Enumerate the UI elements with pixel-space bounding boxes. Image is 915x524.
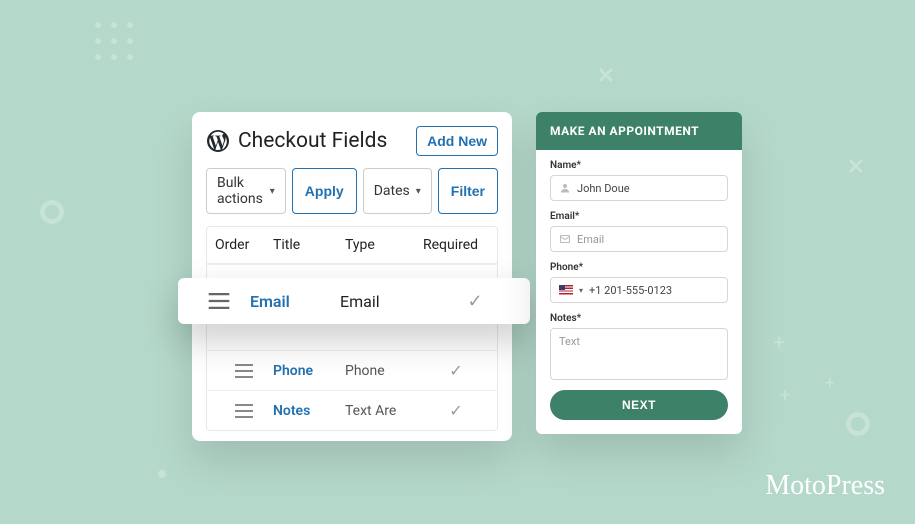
name-label: Name*: [550, 160, 728, 171]
form-heading: MAKE AN APPOINTMENT: [536, 112, 742, 150]
check-icon: ✓: [423, 401, 489, 420]
wordpress-icon: [206, 129, 230, 153]
col-type: Type: [345, 237, 423, 253]
email-placeholder: Email: [577, 233, 604, 246]
name-input[interactable]: John Doue: [550, 175, 728, 201]
filter-button[interactable]: Filter: [438, 168, 498, 214]
col-order: Order: [215, 237, 273, 253]
phone-label: Phone*: [550, 262, 728, 273]
chevron-down-icon[interactable]: ▾: [579, 286, 583, 295]
admin-panel: Checkout Fields Add New Bulk actions ▾ A…: [192, 112, 512, 441]
table-row: Notes Text Are ✓: [207, 390, 497, 430]
check-icon: ✓: [423, 361, 489, 380]
brand-logo: MotoPress: [765, 470, 885, 502]
name-value: John Doue: [577, 182, 630, 195]
email-label: Email*: [550, 211, 728, 222]
dates-label: Dates: [374, 183, 410, 199]
email-input[interactable]: Email: [550, 226, 728, 252]
row-type: Text Are: [345, 403, 423, 419]
row-title-link[interactable]: Email: [250, 292, 340, 311]
next-button[interactable]: NEXT: [550, 390, 728, 420]
chevron-down-icon: ▾: [270, 186, 275, 197]
col-required: Required: [423, 237, 489, 253]
dates-select[interactable]: Dates ▾: [363, 168, 432, 214]
mail-icon: [559, 233, 571, 245]
bulk-actions-label: Bulk actions: [217, 175, 264, 207]
col-title: Title: [273, 237, 345, 253]
row-title-link[interactable]: Phone: [273, 363, 345, 379]
row-type: Email: [340, 292, 430, 311]
drag-handle-icon[interactable]: [215, 364, 273, 378]
add-new-button[interactable]: Add New: [416, 126, 498, 156]
bulk-actions-select[interactable]: Bulk actions ▾: [206, 168, 286, 214]
table-row-highlight: Email Email ✓: [178, 278, 530, 324]
drag-handle-icon[interactable]: [188, 293, 250, 309]
appointment-form-preview: MAKE AN APPOINTMENT Name* John Doue Emai…: [536, 112, 742, 434]
user-icon: [559, 182, 571, 194]
row-type: Phone: [345, 363, 423, 379]
check-icon: ✓: [430, 291, 520, 312]
table-row: Phone Phone ✓: [207, 350, 497, 390]
us-flag-icon: [559, 285, 573, 295]
fields-table: Order Title Type Required Name Text ✓ Ph…: [206, 226, 498, 431]
notes-label: Notes*: [550, 313, 728, 324]
notes-textarea[interactable]: Text: [550, 328, 728, 380]
notes-placeholder: Text: [559, 335, 580, 348]
apply-button[interactable]: Apply: [292, 168, 357, 214]
chevron-down-icon: ▾: [416, 186, 421, 197]
drag-handle-icon[interactable]: [215, 404, 273, 418]
row-title-link[interactable]: Notes: [273, 403, 345, 419]
page-title: Checkout Fields: [238, 129, 387, 153]
phone-input[interactable]: ▾ +1 201-555-0123: [550, 277, 728, 303]
phone-value: +1 201-555-0123: [589, 284, 672, 297]
